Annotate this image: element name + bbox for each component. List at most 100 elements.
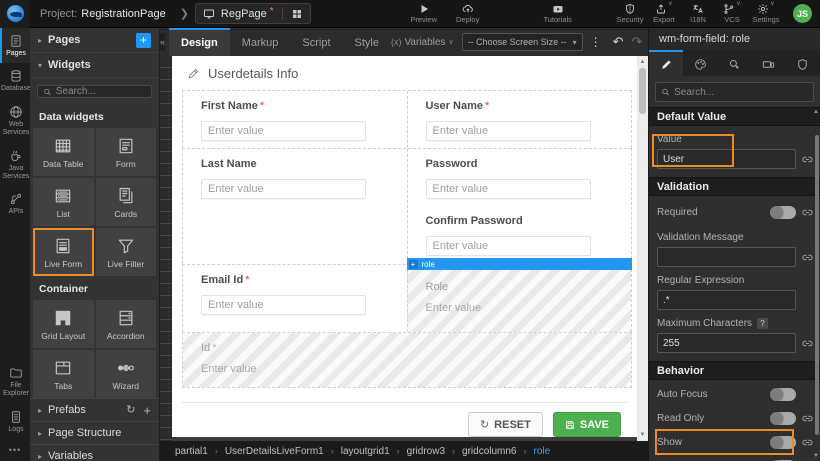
deploy-button[interactable]: Deploy	[451, 3, 485, 24]
export-button[interactable]: ∨ Export	[647, 3, 681, 24]
settings-button[interactable]: ∨ Settings	[749, 3, 783, 24]
bind-icon[interactable]	[800, 338, 814, 349]
more-options-icon[interactable]	[590, 35, 602, 49]
widget-tile-live-form[interactable]: Live Form	[33, 228, 94, 276]
scroll-down-icon[interactable]	[640, 429, 646, 441]
sidebar-section-prefabs[interactable]: Prefabs	[30, 398, 159, 421]
field-input[interactable]: Enter value	[426, 179, 591, 199]
bind-icon[interactable]	[800, 413, 814, 424]
security-button[interactable]: Security	[613, 3, 647, 24]
validation-message-input[interactable]	[657, 247, 796, 267]
page-tab[interactable]: RegPage *	[195, 3, 311, 24]
max-chars-input[interactable]	[657, 333, 796, 353]
form-cell-id[interactable]: Id*Enter value	[183, 333, 631, 387]
tab-properties[interactable]	[649, 50, 683, 76]
panel-scrollbar-thumb[interactable]	[815, 135, 819, 435]
selection-bar[interactable]: role	[407, 258, 633, 270]
i18n-button[interactable]: I18N	[681, 3, 715, 24]
save-button[interactable]: SAVE	[553, 412, 621, 437]
required-toggle[interactable]	[770, 206, 796, 219]
canvas-tab-design[interactable]: Design	[169, 28, 230, 56]
widget-tile-accordion[interactable]: Accordion	[96, 300, 157, 348]
widget-tile-list[interactable]: List	[33, 178, 94, 226]
toggle-auto-focus[interactable]	[770, 388, 796, 401]
widget-tile-tabs[interactable]: Tabs	[33, 350, 94, 398]
form-cell-email-id[interactable]: Email Id*Enter value	[183, 265, 408, 332]
widget-tile-data-table[interactable]: Data Table	[33, 128, 94, 176]
rail-item-logs[interactable]: Logs	[0, 404, 30, 439]
form-cell-last-name[interactable]: Last NameEnter value	[183, 149, 408, 264]
tab-styles[interactable]	[683, 50, 717, 76]
breadcrumb-item[interactable]: UserDetailsLiveForm1	[225, 446, 324, 457]
sidebar-section-variables[interactable]: Variables	[30, 444, 159, 461]
field-role[interactable]: RoleEnter value	[426, 281, 614, 314]
rail-item-apis[interactable]: APIs	[0, 186, 30, 221]
user-avatar[interactable]: JS	[793, 4, 812, 23]
canvas-tab-style[interactable]: Style	[343, 28, 391, 56]
widget-search-input[interactable]	[56, 86, 146, 97]
tab-inspect[interactable]	[717, 50, 751, 76]
bind-icon[interactable]	[800, 154, 814, 165]
sidebar-section-page-structure[interactable]: Page Structure	[30, 421, 159, 444]
canvas-scrollbar[interactable]	[637, 56, 648, 441]
properties-search-input[interactable]	[674, 87, 808, 98]
field-input[interactable]: Enter value	[201, 295, 366, 315]
field-input[interactable]: Enter value	[201, 121, 366, 141]
value-input[interactable]	[657, 149, 796, 169]
field-input[interactable]: Enter value	[426, 121, 591, 141]
field-password[interactable]: PasswordEnter value	[426, 158, 614, 199]
redo-button[interactable]	[632, 34, 643, 50]
field-placeholder[interactable]: Enter value	[201, 363, 613, 375]
preview-button[interactable]: Preview	[407, 3, 441, 24]
bind-icon[interactable]	[800, 437, 814, 448]
scrollbar-thumb[interactable]	[639, 68, 646, 114]
page-canvas[interactable]: Userdetails Info First Name*Enter value …	[172, 56, 637, 437]
reset-button[interactable]: RESET	[468, 412, 543, 437]
breadcrumb-item[interactable]: partial1	[175, 446, 208, 457]
breadcrumb-item[interactable]: gridcolumn6	[462, 446, 516, 457]
app-logo[interactable]	[0, 0, 30, 28]
form-cell-password[interactable]: PasswordEnter value Confirm PasswordEnte…	[407, 149, 632, 264]
breadcrumb-item-active[interactable]: role	[534, 446, 551, 457]
rail-item-java-services[interactable]: Java Services	[0, 143, 30, 187]
variables-menu[interactable]: Variables	[391, 37, 454, 48]
rail-item-web-services[interactable]: Web Services	[0, 99, 30, 143]
grid-view-icon[interactable]	[291, 8, 303, 20]
collapse-left-panel-button[interactable]	[160, 33, 165, 51]
tab-devices[interactable]	[752, 50, 786, 76]
field-placeholder[interactable]: Enter value	[426, 302, 614, 314]
field-email-id[interactable]: Email Id*Enter value	[201, 274, 389, 315]
scroll-up-icon[interactable]	[640, 56, 646, 68]
form-cell-role-selected[interactable]: role RoleEnter value	[407, 265, 632, 332]
rail-item-file-explorer[interactable]: File Explorer	[0, 360, 30, 404]
canvas-tab-markup[interactable]: Markup	[230, 28, 291, 56]
breadcrumb-item[interactable]: layoutgrid1	[341, 446, 390, 457]
field-user-name[interactable]: User Name*Enter value	[426, 100, 614, 141]
scroll-down-icon[interactable]	[813, 453, 819, 459]
form-cell-user-name[interactable]: User Name*Enter value	[407, 91, 632, 148]
refresh-icon[interactable]	[126, 403, 135, 418]
widget-tile-live-filter[interactable]: Live Filter	[96, 228, 157, 276]
field-last-name[interactable]: Last NameEnter value	[201, 158, 389, 255]
screen-size-select[interactable]: -- Choose Screen Size --	[462, 33, 583, 51]
help-icon[interactable]: ?	[757, 318, 768, 329]
toggle-show[interactable]	[770, 436, 796, 449]
field-id[interactable]: Id*Enter value	[201, 342, 613, 375]
undo-button[interactable]	[613, 34, 624, 50]
field-confirm-password[interactable]: Confirm PasswordEnter value	[426, 215, 614, 256]
rail-item-databases[interactable]: Databases	[0, 63, 30, 98]
field-input[interactable]: Enter value	[426, 236, 591, 256]
tab-security[interactable]	[786, 50, 820, 76]
widget-tile-cards[interactable]: Cards	[96, 178, 157, 226]
widget-tile-grid-layout[interactable]: Grid Layout	[33, 300, 94, 348]
vcs-button[interactable]: ∨ VCS	[715, 3, 749, 24]
form-cell-first-name[interactable]: First Name*Enter value	[183, 91, 408, 148]
breadcrumb-item[interactable]: gridrow3	[407, 446, 445, 457]
canvas-tab-script[interactable]: Script	[290, 28, 342, 56]
rail-item-pages[interactable]: Pages	[0, 28, 30, 63]
tutorials-button[interactable]: Tutorials	[541, 3, 575, 24]
add-icon[interactable]	[143, 403, 151, 418]
widget-tile-wizard[interactable]: Wizard	[96, 350, 157, 398]
bind-icon[interactable]	[800, 252, 814, 263]
rail-overflow-icon[interactable]: •••	[0, 439, 30, 461]
